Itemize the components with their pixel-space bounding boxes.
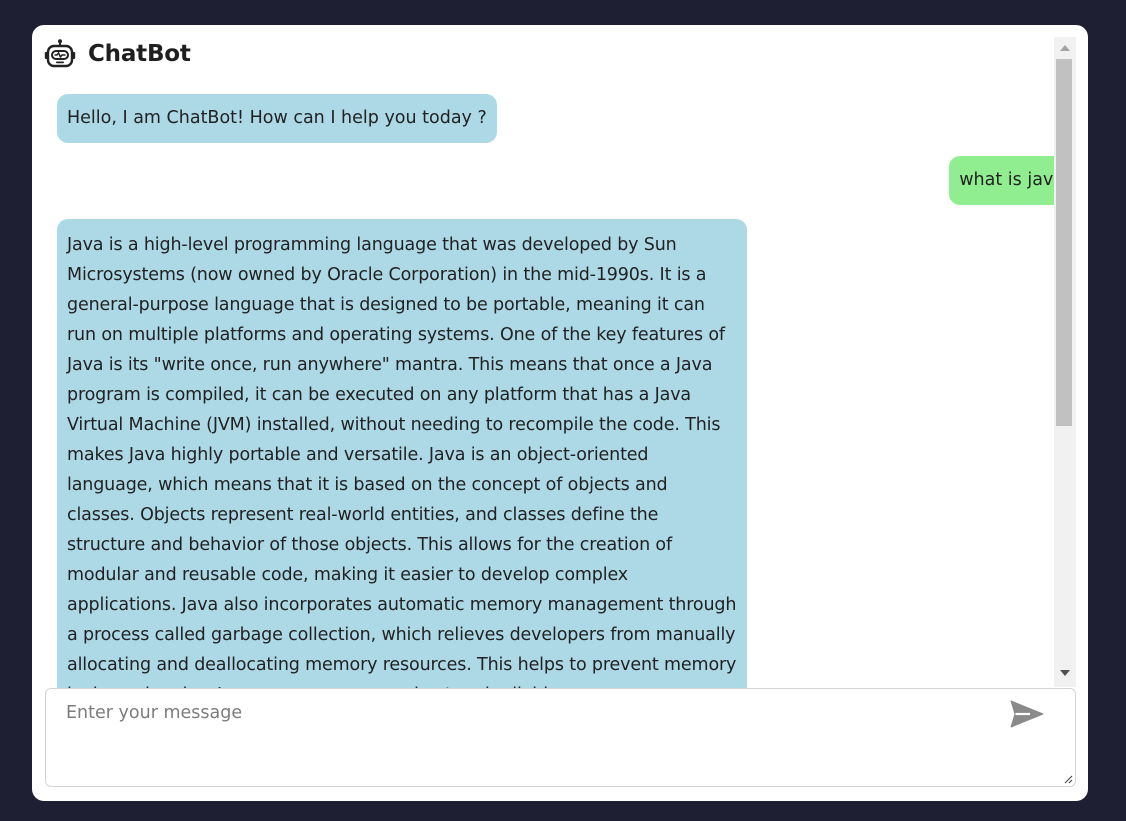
scroll-down-arrow-icon[interactable] <box>1060 670 1070 676</box>
message-input[interactable]: Enter your message <box>45 688 1076 787</box>
bot-message: Hello, I am ChatBot! How can I help you … <box>57 94 497 143</box>
chat-panel: ChatBot Hello, I am ChatBot! How can I h… <box>32 25 1088 801</box>
chat-messages[interactable]: ChatBot Hello, I am ChatBot! How can I h… <box>32 37 1076 711</box>
message-input-placeholder: Enter your message <box>66 703 243 723</box>
send-icon[interactable] <box>1009 699 1045 729</box>
chat-header: ChatBot <box>44 37 191 71</box>
messages-scrollbar[interactable] <box>1054 37 1076 687</box>
scroll-up-arrow-icon[interactable] <box>1060 45 1070 51</box>
scrollbar-thumb[interactable] <box>1056 59 1072 426</box>
robot-icon <box>44 39 76 68</box>
app-title: ChatBot <box>88 41 191 67</box>
resize-handle-icon[interactable] <box>1063 774 1073 784</box>
bot-message: Java is a high-level programming languag… <box>57 219 747 711</box>
